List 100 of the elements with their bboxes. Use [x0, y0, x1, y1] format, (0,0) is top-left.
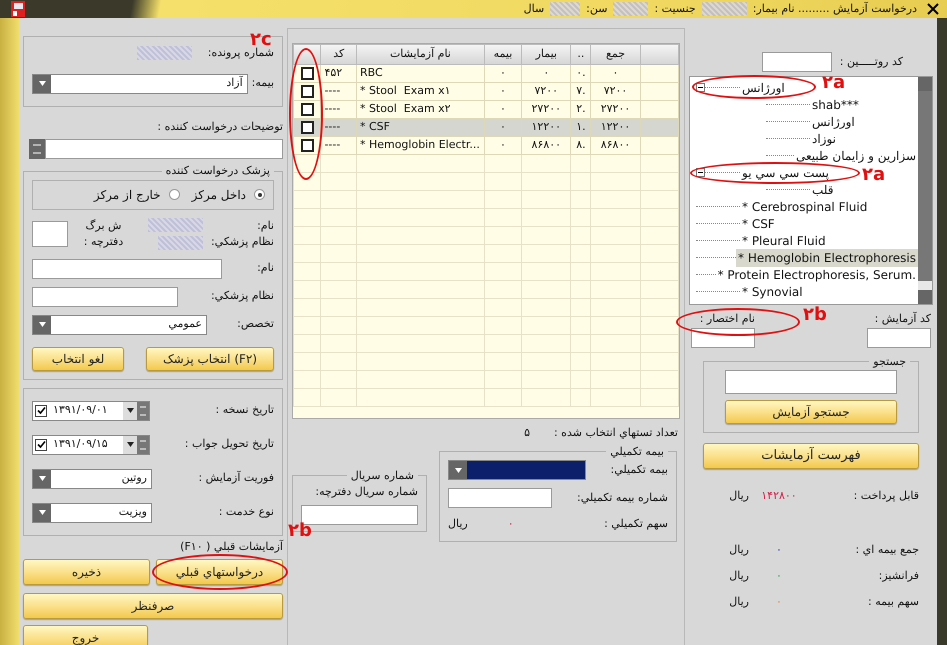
table-cell: ---- — [324, 84, 340, 98]
input-field[interactable] — [448, 488, 552, 508]
checkbox[interactable] — [300, 84, 314, 98]
dropdown-field[interactable]: ویزیت — [32, 502, 152, 522]
table-cell: ۸. — [576, 138, 586, 152]
date-label: تاریخ تحویل جواب : — [184, 436, 274, 452]
checkbox[interactable] — [300, 102, 314, 116]
table-cell: ۷۲۰۰ — [604, 84, 628, 98]
grid-row[interactable]: ۷۲۰۰ ۷. ۷۲۰۰ ۰ * Stool Exam x۱ ---- — [294, 82, 678, 100]
clear-selection-button[interactable]: لغو انتخاب — [32, 346, 124, 370]
radio-label: داخل مرکز — [192, 186, 246, 204]
collapse-icon[interactable] — [696, 83, 705, 92]
name-label: نام: — [256, 218, 274, 234]
checkbox[interactable] — [300, 120, 314, 134]
tree-item[interactable]: * CSF — [740, 214, 777, 232]
collapse-icon[interactable] — [696, 168, 705, 177]
dropdown-field[interactable]: آزاد — [32, 74, 248, 94]
annotation-label: ۲b — [803, 306, 827, 324]
date-label: تاریخ نسخه : — [216, 402, 274, 418]
table-cell: * Stool Exam x۲ — [360, 102, 451, 116]
spinner-icon[interactable] — [137, 436, 149, 454]
table-cell: ۱۲۲۰۰ — [600, 120, 630, 134]
dropdown-arrow-icon — [38, 322, 46, 327]
checkbox[interactable] — [35, 438, 47, 450]
tree-item[interactable]: اورژانس — [810, 112, 857, 130]
input-field[interactable] — [691, 328, 755, 348]
select-physician-button[interactable]: (F۲) انتخاب پزشک — [146, 346, 274, 370]
table-cell: * CSF — [360, 120, 390, 134]
input-field[interactable] — [32, 221, 68, 247]
table-cell: ---- — [324, 102, 340, 116]
group-title: جستجو — [873, 354, 906, 368]
scrollbar[interactable] — [918, 77, 932, 304]
save-button[interactable]: ذخیره — [23, 559, 150, 585]
table-cell: ۱. — [576, 120, 586, 134]
date-picker[interactable]: ۱۳۹۱/۰۹/۰۱ — [32, 400, 150, 420]
input-field[interactable] — [725, 370, 897, 394]
combo-label: فوریت آزمایش : — [198, 470, 274, 486]
spinner-icon[interactable] — [137, 402, 149, 420]
dropdown-arrow-icon — [126, 442, 134, 447]
input-field[interactable] — [867, 328, 931, 348]
search-tests-button[interactable]: جستجو آزمایش — [725, 400, 897, 424]
blurred-patch — [702, 2, 747, 16]
table-cell: ۰ — [543, 66, 550, 80]
exit-button[interactable]: خروج — [23, 625, 148, 645]
input-field[interactable] — [762, 52, 832, 72]
table-cell: ۸۶۸۰۰ — [532, 138, 562, 152]
table-cell: * Stool Exam x۱ — [360, 84, 451, 98]
total-value: ۱۴۲۸۰۰ — [760, 488, 798, 504]
date-value: ۱۳۹۱/۰۹/۱۵ — [52, 436, 109, 452]
total-label: قابل پرداخت : — [852, 488, 919, 504]
spinner-icon[interactable] — [29, 139, 45, 159]
checkbox[interactable] — [300, 66, 314, 80]
checkbox[interactable] — [35, 404, 47, 416]
table-cell: ۰. — [576, 66, 586, 80]
radio-button[interactable] — [168, 189, 180, 200]
test-list-button[interactable]: فهرست آزمایشات — [703, 443, 919, 469]
insurance-label: بیمه: — [252, 75, 274, 92]
currency-unit: ريال — [729, 594, 749, 610]
app-icon — [10, 0, 26, 18]
tree-item[interactable]: * Synovial — [740, 282, 805, 300]
window-title: درخواست آزمایش ......... نام بیمار: — [752, 0, 917, 17]
radio-button[interactable] — [254, 189, 265, 200]
total-value: ۰ — [775, 594, 783, 610]
tree-item[interactable]: * Pleural Fluid — [740, 232, 828, 250]
tree-item[interactable]: * Cerebrospinal Fluid — [740, 198, 870, 216]
supplementary-share-label: سهم تکمیلي : — [604, 516, 668, 532]
tree-item[interactable]: پست سي سي يو — [740, 164, 831, 182]
dropdown-field[interactable]: روتین — [32, 468, 152, 488]
dropdown-arrow-icon — [38, 476, 46, 481]
dismiss-button[interactable]: صرفنظر — [23, 593, 283, 619]
table-cell: ۰ — [500, 66, 506, 80]
tree-item[interactable]: قلب — [810, 180, 836, 198]
date-picker[interactable]: ۱۳۹۱/۰۹/۱۵ — [32, 434, 150, 454]
blurred-patch — [158, 236, 203, 250]
input-field[interactable] — [45, 139, 283, 159]
previous-requests-button[interactable]: درخواستهاي قبلي — [156, 559, 283, 585]
table-cell: ۸۶۸۰۰ — [600, 138, 630, 152]
table-cell: ---- — [324, 138, 340, 152]
supplementary-number-label: شماره بیمه تکمیلي: — [577, 490, 668, 506]
previous-tests-label: آزمایشات قبلي ( F۱۰) — [180, 540, 283, 552]
input-field[interactable] — [32, 258, 222, 278]
tree-item[interactable]: shab*** — [810, 96, 861, 114]
checkbox[interactable] — [300, 138, 314, 152]
dropdown-field[interactable]: عمومي — [32, 314, 207, 334]
close-icon[interactable] — [927, 3, 939, 15]
total-label: سهم بیمه : — [867, 594, 919, 610]
tree-item[interactable]: نوزاد — [810, 130, 838, 148]
notes-label: توضیحات درخواست کننده : — [157, 120, 283, 132]
dropdown-arrow-icon — [454, 468, 462, 472]
test-code-label: کد آزمایش : — [874, 311, 931, 327]
age-unit: سال — [524, 0, 544, 17]
tree-item[interactable]: سزارین و زایمان طبیعی — [794, 146, 918, 164]
input-field[interactable] — [32, 286, 178, 306]
group-title: شماره سريال — [350, 468, 414, 482]
table-cell: ---- — [324, 120, 340, 134]
tree-item[interactable]: * Hemoglobin Electrophoresis — [736, 248, 918, 266]
dropdown-field[interactable] — [448, 460, 586, 480]
tree-item[interactable]: * Protein Electrophoresis, Serum. — [716, 266, 918, 284]
tree-item[interactable]: اورژانس — [740, 78, 787, 96]
radio-label: خارج از مرکز — [94, 186, 161, 204]
